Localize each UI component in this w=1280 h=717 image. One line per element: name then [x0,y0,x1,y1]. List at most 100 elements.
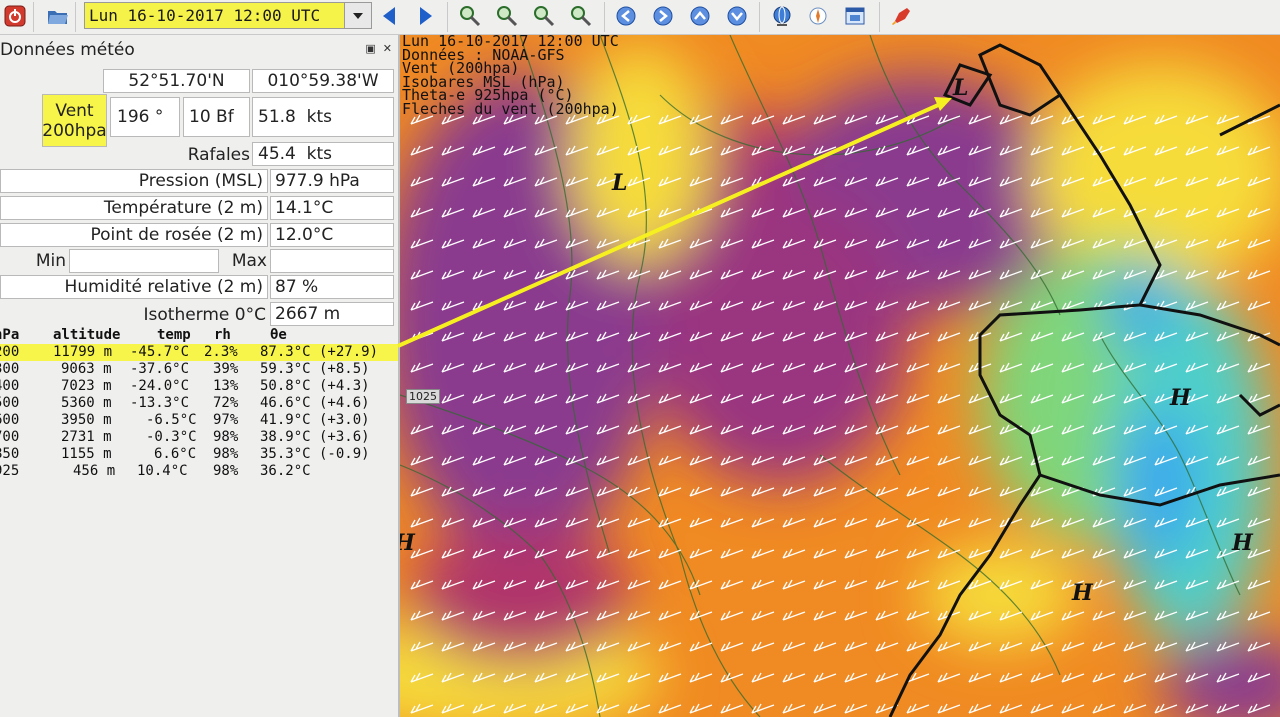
table-row[interactable]: 200 11799 m -45.7°C 2.3% 87.3°C (+27.9) [0,344,398,361]
zoom-all-icon[interactable] [569,4,593,28]
table-row[interactable]: 925 456 m 10.4°C 98% 36.2°C [0,463,398,480]
weather-map-canvas[interactable] [400,35,1280,717]
cell-altitude: 2731 m [61,429,112,445]
wind-speed-value: 51.8 kts [252,97,394,137]
cell-theta-e: 35.3°C (-0.9) [260,446,370,462]
temperature-value: 14.1°C [270,196,394,220]
chevron-down-icon[interactable] [344,3,371,28]
table-row[interactable]: 700 2731 m -0.3°C 98% 38.9°C (+3.6) [0,429,398,446]
compass-icon[interactable] [806,4,830,28]
table-row[interactable]: 400 7023 m -24.0°C 13% 50.8°C (+4.3) [0,378,398,395]
prev-triangle-icon[interactable] [377,4,401,28]
cell-theta-e: 38.9°C (+3.6) [260,429,370,445]
cell-rh: 98% [213,446,239,462]
pressure-value: 977.9 hPa [270,169,394,193]
cell-hpa: 500 [0,395,20,411]
cell-hpa: 200 [0,344,20,360]
panel-title: Données météo [0,40,135,60]
cell-theta-e: 41.9°C (+3.0) [260,412,370,428]
table-row[interactable]: 850 1155 m 6.6°C 98% 35.3°C (-0.9) [0,446,398,463]
zoom-in-icon[interactable] [458,4,482,28]
cell-theta-e: 36.2°C [260,463,311,479]
cell-temp: -37.6°C [130,361,190,377]
next-triangle-icon[interactable] [414,4,438,28]
cell-altitude: 5360 m [61,395,112,411]
zoom-selection-icon[interactable] [532,4,556,28]
freezing-level-label: Isotherme 0°C [143,305,266,325]
date-select[interactable]: Lun 16-10-2017 12:00 UTC [84,2,372,29]
cell-theta-e: 46.6°C (+4.6) [260,395,370,411]
power-icon[interactable] [3,4,27,28]
max-value [270,249,394,273]
header-theta-e: θe [270,327,287,343]
gusts-value: 45.4 kts [252,142,394,166]
pressure-label: Pression (MSL) [0,169,268,193]
weather-map[interactable]: L L H H H H [400,35,1280,717]
header-hpa: hPa [0,327,20,343]
wind-direction-value: 196 ° [110,97,180,137]
cell-theta-e: 87.3°C (+27.9) [260,344,379,360]
weather-data-panel: Données météo ▣ ✕ 52°51.70'N 010°59.38'W… [0,35,400,717]
zoom-out-icon[interactable] [495,4,519,28]
rocket-icon[interactable] [888,4,912,28]
globe-icon[interactable] [770,4,794,28]
header-altitude: altitude [53,327,121,343]
humidity-label: Humidité relative (2 m) [0,275,268,299]
low-pressure-label: L [612,170,628,196]
high-pressure-label: H [1072,580,1093,606]
table-header: hPa altitude temp rh θe [0,327,398,344]
cell-hpa: 300 [0,361,20,377]
folder-open-icon[interactable] [46,4,70,28]
cell-theta-e: 59.3°C (+8.5) [260,361,370,377]
arrow-right-icon[interactable] [651,4,675,28]
table-row[interactable]: 500 5360 m -13.3°C 72% 46.6°C (+4.6) [0,395,398,412]
wind-level-label: Vent 200hpa [42,94,107,147]
cell-temp: -0.3°C [146,429,197,445]
cell-rh: 98% [213,463,239,479]
high-pressure-label: H [1232,530,1253,556]
map-legend-line: Fleches du vent (200hpa) [402,99,619,118]
cell-rh: 2.3% [204,344,238,360]
cell-hpa: 925 [0,463,20,479]
toolbar: Lun 16-10-2017 12:00 UTC [0,0,1280,35]
high-pressure-label: H [400,530,415,556]
min-value [69,249,219,273]
cell-altitude: 11799 m [53,344,113,360]
sounding-table: hPa altitude temp rh θe 200 11799 m -45.… [0,327,398,480]
header-temp: temp [157,327,191,343]
cell-temp: 10.4°C [137,463,188,479]
high-pressure-label: H [1170,385,1191,411]
cell-temp: -13.3°C [130,395,190,411]
table-row[interactable]: 300 9063 m -37.6°C 39% 59.3°C (+8.5) [0,361,398,378]
arrow-left-icon[interactable] [614,4,638,28]
arrow-up-icon[interactable] [688,4,712,28]
cell-rh: 13% [213,378,239,394]
cell-temp: -6.5°C [146,412,197,428]
cell-rh: 39% [213,361,239,377]
cell-altitude: 1155 m [61,446,112,462]
longitude-value: 010°59.38'W [252,69,394,93]
cell-hpa: 600 [0,412,20,428]
close-icon[interactable]: ✕ [383,42,392,55]
isobar-value-label: 1025 [406,389,440,404]
arrow-down-icon[interactable] [725,4,749,28]
panel-float-close-buttons[interactable]: ▣ ✕ [365,42,392,55]
table-row[interactable]: 600 3950 m -6.5°C 97% 41.9°C (+3.0) [0,412,398,429]
humidity-value: 87 % [270,275,394,299]
map-legend: Lun 16-10-2017 12:00 UTC Données : NOAA-… [402,34,619,118]
max-label: Max [231,251,267,271]
cell-altitude: 3950 m [61,412,112,428]
float-icon[interactable]: ▣ [365,42,375,55]
dewpoint-value: 12.0°C [270,223,394,247]
cell-altitude: 456 m [73,463,116,479]
freezing-level-value: 2667 m [270,302,394,326]
cell-hpa: 700 [0,429,20,445]
cell-hpa: 400 [0,378,20,394]
cell-temp: 6.6°C [154,446,197,462]
temperature-label: Température (2 m) [0,196,268,220]
cell-altitude: 7023 m [61,378,112,394]
cell-rh: 97% [213,412,239,428]
wind-beaufort-value: 10 Bf [183,97,250,137]
window-icon[interactable] [843,4,867,28]
low-pressure-label: L [953,75,969,101]
